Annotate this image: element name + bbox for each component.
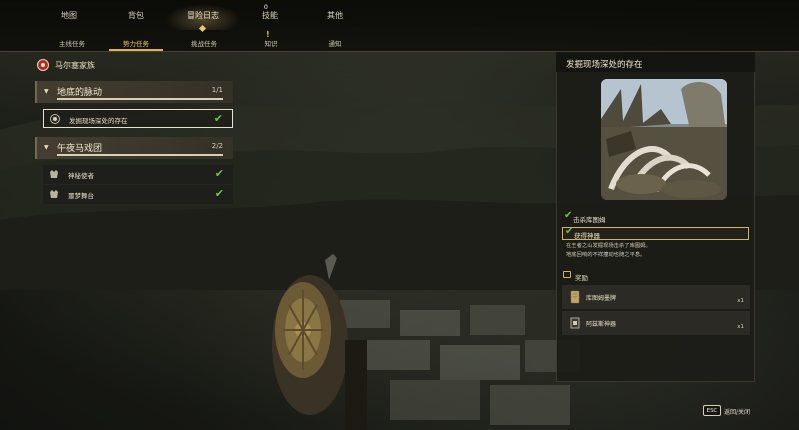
artifact-icon bbox=[570, 317, 580, 329]
checkmark-icon: ✔ bbox=[564, 210, 573, 221]
caret-down-icon: ▼ bbox=[44, 144, 49, 151]
checkmark-icon: ✔ bbox=[214, 167, 224, 180]
quest-group-count: 2/2 bbox=[211, 142, 223, 150]
rewards-label: 奖励 bbox=[575, 274, 588, 282]
quest-row[interactable]: 噩梦舞台 ✔ bbox=[43, 185, 233, 204]
quest-group-progress-bar bbox=[57, 98, 223, 100]
reward-quantity: x1 bbox=[737, 298, 744, 304]
objective-text: 击杀库图姆 bbox=[573, 216, 606, 224]
tablet-icon bbox=[570, 290, 580, 304]
reward-name: 阿兹斯神器 bbox=[586, 321, 617, 328]
quest-name: 神秘使者 bbox=[68, 172, 94, 180]
reward-name: 库图姆墨牌 bbox=[586, 295, 617, 302]
checkmark-icon: ✔ bbox=[213, 112, 223, 125]
objective-row: ✔ 获得神器 bbox=[562, 226, 749, 240]
hero-character bbox=[272, 254, 367, 430]
quest-illustration bbox=[601, 79, 727, 200]
quest-group-name: 地底的脉动 bbox=[57, 88, 103, 98]
nav-tab-other[interactable]: 其他 bbox=[320, 10, 350, 28]
quest-row[interactable]: 神秘使者 ✔ bbox=[43, 165, 233, 184]
nav-tab-inventory[interactable]: 背包 bbox=[121, 10, 151, 28]
subtab-active-underline bbox=[109, 49, 163, 51]
quest-group-header[interactable]: ▼ 午夜马戏团 2/2 bbox=[35, 137, 233, 159]
back-close-label[interactable]: 返回/关闭 bbox=[724, 407, 750, 416]
reward-row[interactable]: 阿兹斯神器 x1 bbox=[562, 311, 750, 335]
faction-emblem-icon bbox=[37, 59, 49, 71]
reward-row[interactable]: 库图姆墨牌 x1 bbox=[562, 285, 750, 309]
faction-title: 马尔塞家族 bbox=[55, 61, 95, 70]
reward-quantity: x1 bbox=[737, 324, 744, 330]
objective-text: 获得神器 bbox=[574, 232, 600, 240]
quest-group-progress-bar bbox=[57, 154, 223, 156]
subtab-faction-quests[interactable]: 势力任务 bbox=[116, 38, 156, 48]
quest-name: 噩梦舞台 bbox=[68, 192, 94, 200]
quest-emblem-icon bbox=[50, 190, 58, 198]
subtab-challenges[interactable]: 挑战任务 bbox=[184, 38, 224, 48]
quest-group-header[interactable]: ▼ 地底的脉动 1/1 bbox=[35, 81, 233, 103]
subtab-notifications[interactable]: 通知 bbox=[320, 38, 350, 48]
quest-detail-title: 发掘现场深处的存在 bbox=[566, 60, 643, 70]
quest-row[interactable]: 发掘现场深处的存在 ✔ bbox=[43, 109, 233, 128]
caret-down-icon: ▼ bbox=[44, 88, 49, 95]
quest-description: 在王者之山发掘现场击杀了库图姆。 地底回响的不祥撞动也随之平息。 bbox=[566, 243, 651, 258]
quest-name: 发掘现场深处的存在 bbox=[69, 117, 128, 125]
subtab-knowledge[interactable]: 知识 bbox=[256, 38, 286, 48]
checkmark-icon: ✔ bbox=[214, 187, 224, 200]
quest-group-name: 午夜马戏团 bbox=[57, 144, 103, 154]
quest-group-count: 1/1 bbox=[211, 86, 223, 94]
objective-row: ✔ 击杀库图姆 bbox=[562, 210, 749, 225]
checkmark-icon: ✔ bbox=[565, 226, 574, 237]
rewards-chest-icon bbox=[563, 271, 571, 278]
esc-key-hint[interactable]: ESC bbox=[703, 405, 721, 416]
nav-tab-skills[interactable]: 技能 bbox=[255, 10, 285, 28]
quest-complete-icon bbox=[50, 114, 60, 124]
quest-emblem-icon bbox=[50, 170, 58, 178]
nav-tab-map[interactable]: 地图 bbox=[54, 10, 84, 28]
subtab-main-quests[interactable]: 主线任务 bbox=[52, 38, 92, 48]
